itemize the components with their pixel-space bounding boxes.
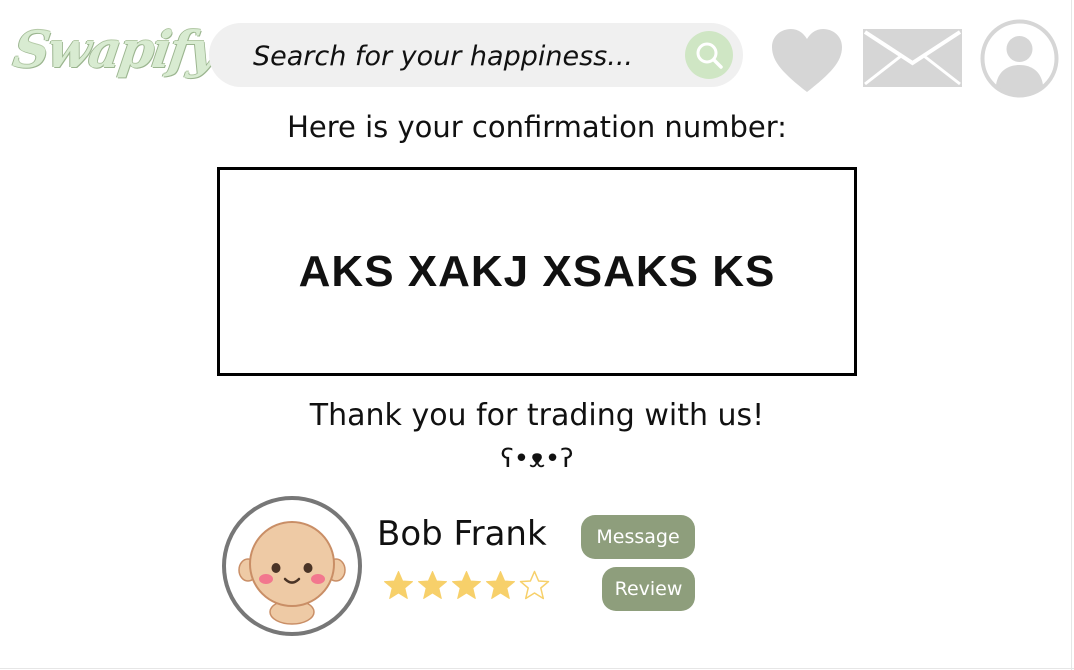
review-button[interactable]: Review	[602, 567, 695, 611]
seller-rating	[383, 570, 550, 601]
star-filled-icon	[418, 571, 447, 599]
page-bottom-border	[0, 668, 1074, 669]
star-filled-icon	[384, 571, 413, 599]
profile-button[interactable]	[980, 19, 1059, 98]
heart-icon	[772, 29, 842, 92]
search-button[interactable]	[685, 31, 733, 79]
baby-face-icon	[238, 521, 346, 625]
search-input[interactable]	[251, 36, 675, 76]
star-filled-icon	[452, 571, 481, 599]
app-logo[interactable]: Swapify	[10, 20, 220, 79]
confirmation-number: AKS XAKJ XSAKS KS	[298, 246, 776, 296]
message-button[interactable]: Message	[581, 515, 695, 559]
search-bar	[209, 23, 743, 87]
messages-button[interactable]	[863, 29, 962, 87]
star-filled-icon	[486, 571, 515, 599]
user-icon	[980, 19, 1059, 98]
confirmation-box: AKS XAKJ XSAKS KS	[217, 167, 857, 376]
thank-you-message: Thank you for trading with us!	[309, 398, 765, 433]
seller-avatar[interactable]	[222, 496, 362, 636]
favorites-button[interactable]	[770, 28, 844, 94]
seller-name: Bob Frank	[377, 514, 547, 554]
confirmation-label: Here is your confirmation number:	[287, 110, 787, 144]
bear-emoticon: ʕ•ᴥ•ʔ	[500, 444, 574, 474]
star-empty-icon	[519, 570, 550, 600]
search-icon	[696, 42, 723, 69]
page-right-border	[1071, 0, 1072, 670]
mail-icon	[863, 29, 962, 87]
